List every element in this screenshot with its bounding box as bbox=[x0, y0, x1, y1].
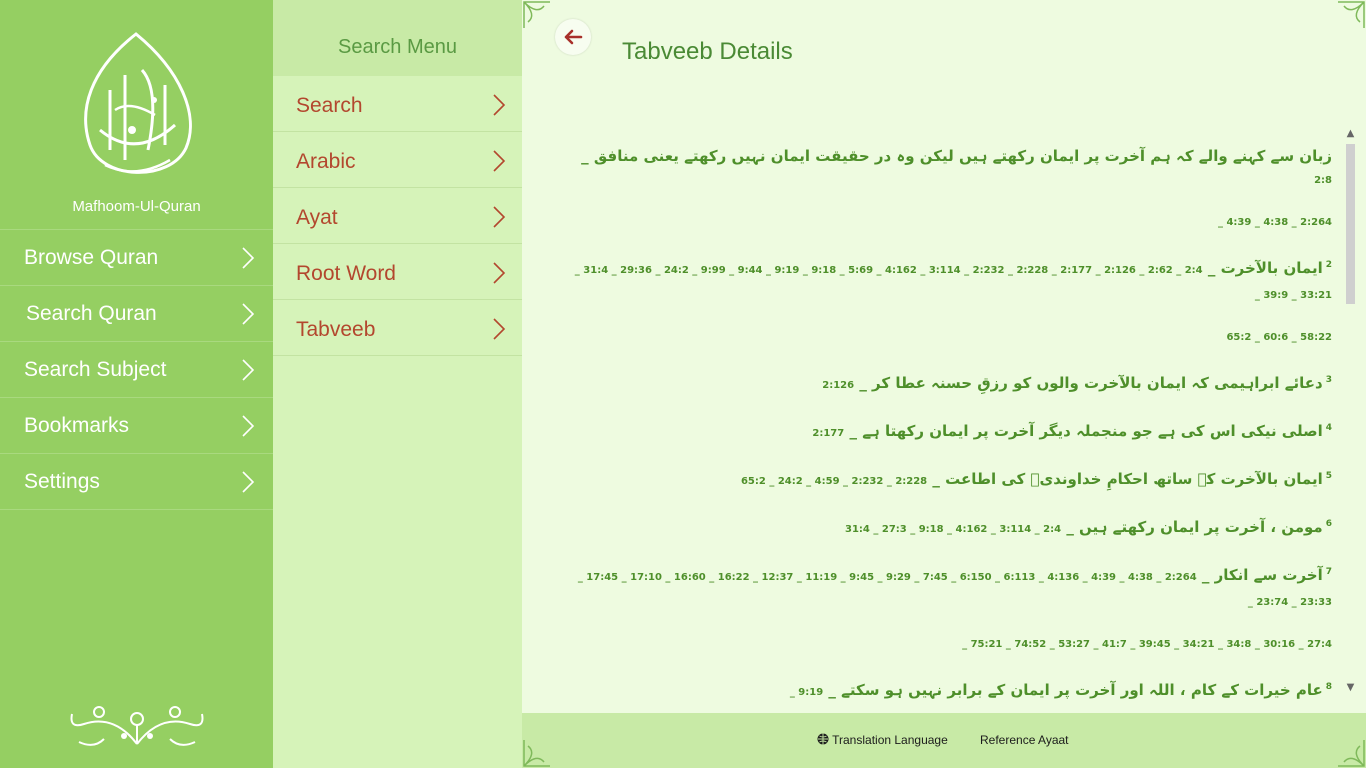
tabveeb-content: زبان سے کہنے والے کہ ہم آخرت پر ایمان رک… bbox=[562, 145, 1332, 705]
nav-item-search-subject[interactable]: Search Subject bbox=[0, 341, 273, 397]
entry-number: 7 bbox=[1325, 567, 1332, 577]
tabveeb-entry[interactable]: 5ایمان بالآخرت کے ساتھ احکامِ خداوندیؐ ک… bbox=[562, 465, 1332, 493]
corner-ornament-icon bbox=[523, 740, 550, 767]
chevron-right-icon bbox=[242, 303, 255, 325]
entry-number: 5 bbox=[1325, 471, 1332, 481]
search-menu-item-tabveeb[interactable]: Tabveeb bbox=[273, 300, 522, 356]
chevron-right-icon bbox=[242, 359, 255, 381]
chevron-right-icon bbox=[493, 262, 506, 284]
entry-references[interactable]: 2:126 bbox=[822, 380, 854, 391]
calligraphy-logo-icon bbox=[70, 30, 202, 185]
entry-references[interactable]: 9:19 _ bbox=[790, 687, 823, 698]
tabveeb-entry[interactable]: 3دعائے ابراہیمی کہ ایمان بالآخرت والوں ک… bbox=[562, 369, 1332, 397]
entry-text: ایمان بالآخرت کے ساتھ احکامِ خداوندیؐ کی… bbox=[945, 470, 1323, 488]
nav-item-search-quran[interactable]: Search Quran bbox=[0, 285, 273, 341]
scroll-thumb[interactable] bbox=[1346, 144, 1355, 304]
chevron-right-icon bbox=[493, 150, 506, 172]
entry-text: مومن ، آخرت پر ایمان رکھتے ہیں bbox=[1079, 518, 1323, 536]
floral-ornament-icon bbox=[70, 706, 204, 746]
entry-references[interactable]: 2:177 bbox=[812, 428, 844, 439]
chevron-right-icon bbox=[493, 318, 506, 340]
chevron-right-icon bbox=[242, 471, 255, 493]
entry-text: زبان سے کہنے والے کہ ہم آخرت پر ایمان رک… bbox=[593, 147, 1332, 165]
entry-references-continued[interactable]: 2:264 _ 4:38 _ 4:39 _ bbox=[562, 212, 1332, 234]
search-menu-item-label: Search bbox=[296, 94, 363, 117]
tabveeb-entry[interactable]: 7آخرت سے انکار _ 2:264 _ 4:38 _ 4:39 _ 4… bbox=[562, 561, 1332, 656]
nav-item-label: Browse Quran bbox=[24, 246, 159, 269]
nav-item-settings[interactable]: Settings bbox=[0, 453, 273, 510]
tabveeb-entry[interactable]: 6مومن ، آخرت پر ایمان رکھتے ہیں _ 2:4 _ … bbox=[562, 513, 1332, 541]
corner-ornament-icon bbox=[1338, 740, 1365, 767]
search-menu-item-label: Root Word bbox=[296, 262, 396, 285]
entry-references[interactable]: 2:228 _ 2:232 _ 4:59 _ 24:2 _ 65:2 bbox=[741, 476, 927, 487]
chevron-right-icon bbox=[493, 206, 506, 228]
globe-icon bbox=[817, 733, 829, 745]
search-menu-item-ayat[interactable]: Ayat bbox=[273, 188, 522, 244]
search-menu-item-label: Arabic bbox=[296, 150, 356, 173]
translation-language-label: Translation Language bbox=[832, 733, 948, 747]
tabveeb-entry[interactable]: 8عام خیرات کے کام ، اللہ اور آخرت پر ایم… bbox=[562, 676, 1332, 704]
back-arrow-icon bbox=[564, 29, 583, 45]
scroll-down-icon[interactable]: ▼ bbox=[1342, 682, 1359, 696]
back-button[interactable] bbox=[555, 19, 591, 55]
chevron-right-icon bbox=[242, 247, 255, 269]
entry-references[interactable]: 2:4 _ 3:114 _ 4:162 _ 9:18 _ 27:3 _ 31:4 bbox=[845, 524, 1061, 535]
entry-text: دعائے ابراہیمی کہ ایمان بالآخرت والوں کو… bbox=[872, 374, 1323, 392]
tabveeb-entry[interactable]: 4اصلی نیکی اس کی ہے جو منجملہ دیگر آخرت … bbox=[562, 417, 1332, 445]
nav-item-label: Search Quran bbox=[26, 302, 157, 325]
entry-number: 2 bbox=[1325, 260, 1332, 270]
search-menu-header: Search Menu bbox=[273, 0, 522, 76]
left-nav: Mafhoom-Ul-Quran Browse Quran Search Qur… bbox=[0, 0, 273, 768]
page-title: Tabveeb Details bbox=[622, 38, 793, 65]
main-nav: Browse Quran Search Quran Search Subject… bbox=[0, 229, 273, 510]
nav-item-label: Settings bbox=[24, 470, 100, 493]
reference-ayaat-label: Reference Ayaat bbox=[980, 733, 1069, 747]
entry-text: اصلی نیکی اس کی ہے جو منجملہ دیگر آخرت پ… bbox=[862, 422, 1323, 440]
entry-text: عام خیرات کے کام ، اللہ اور آخرت پر ایما… bbox=[841, 681, 1323, 699]
corner-ornament-icon bbox=[1338, 1, 1365, 28]
entry-text: ایمان بالآخرت bbox=[1220, 259, 1323, 277]
entry-number: 6 bbox=[1325, 519, 1332, 529]
entry-number: 3 bbox=[1325, 375, 1332, 385]
entry-references-continued[interactable]: 58:22 _ 60:6 _ 65:2 bbox=[562, 327, 1332, 349]
nav-item-bookmarks[interactable]: Bookmarks bbox=[0, 397, 273, 453]
translation-language-button[interactable]: Translation Language bbox=[817, 733, 948, 747]
search-menu-item-root-word[interactable]: Root Word bbox=[273, 244, 522, 300]
entry-number: 4 bbox=[1325, 423, 1332, 433]
detail-pane: Tabveeb Details زبان سے کہنے والے کہ ہم … bbox=[522, 0, 1366, 768]
bottom-app-bar: Translation Language Reference Ayaat bbox=[522, 713, 1366, 768]
entry-references[interactable]: 2:8 bbox=[1314, 175, 1332, 186]
entry-number: 8 bbox=[1325, 682, 1332, 692]
search-menu: Search Menu Search Arabic Ayat Root Word… bbox=[273, 0, 522, 768]
search-menu-item-search[interactable]: Search bbox=[273, 76, 522, 132]
search-menu-item-arabic[interactable]: Arabic bbox=[273, 132, 522, 188]
nav-item-label: Search Subject bbox=[24, 358, 167, 381]
entry-text: آخرت سے انکار bbox=[1214, 566, 1323, 584]
nav-item-browse-quran[interactable]: Browse Quran bbox=[0, 229, 273, 285]
entry-references[interactable]: 2:4 _ 2:62 _ 2:126 _ 2:177 _ 2:228 _ 2:2… bbox=[575, 265, 1332, 301]
tabveeb-entry[interactable]: زبان سے کہنے والے کہ ہم آخرت پر ایمان رک… bbox=[562, 145, 1332, 234]
tabveeb-entry[interactable]: 2ایمان بالآخرت _ 2:4 _ 2:62 _ 2:126 _ 2:… bbox=[562, 254, 1332, 349]
entry-references-continued[interactable]: 27:4 _ 30:16 _ 34:8 _ 34:21 _ 39:45 _ 41… bbox=[562, 634, 1332, 656]
search-menu-item-label: Tabveeb bbox=[296, 318, 376, 341]
corner-ornament-icon bbox=[523, 1, 550, 28]
search-menu-item-label: Ayat bbox=[296, 206, 338, 229]
scroll-up-icon[interactable]: ▲ bbox=[1342, 128, 1359, 142]
app-name: Mafhoom-Ul-Quran bbox=[72, 198, 201, 215]
vertical-scrollbar[interactable]: ▲ ▼ bbox=[1342, 128, 1359, 696]
chevron-right-icon bbox=[242, 415, 255, 437]
reference-ayaat-button[interactable]: Reference Ayaat bbox=[980, 733, 1069, 747]
chevron-right-icon bbox=[493, 94, 506, 116]
nav-item-label: Bookmarks bbox=[24, 414, 130, 437]
